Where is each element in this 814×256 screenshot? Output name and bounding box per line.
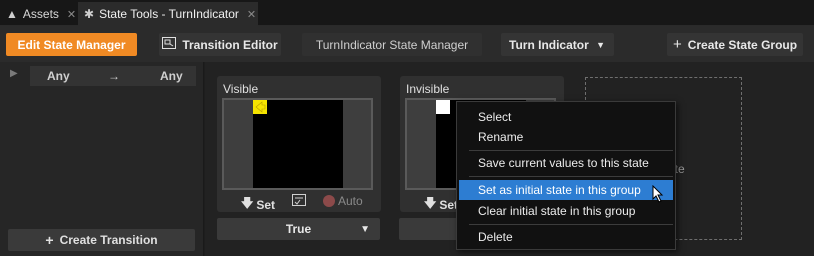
menu-item-set-initial[interactable]: Set as initial state in this group [459, 180, 673, 200]
group-value-dropdown-2[interactable] [399, 218, 459, 240]
close-icon[interactable]: ✕ [67, 8, 76, 21]
turn-indicator-swatch [436, 100, 450, 114]
edit-state-manager-button[interactable]: Edit State Manager [6, 33, 137, 56]
transition-editor-label: Transition Editor [182, 37, 278, 52]
edit-state-manager-label: Edit State Manager [17, 37, 126, 52]
arrow-down-icon: 🡇 [424, 196, 437, 210]
play-icon[interactable]: ▶ [10, 68, 18, 79]
checklist-icon[interactable] [292, 194, 306, 206]
menu-separator [469, 224, 673, 225]
state-manager-name: TurnIndicator State Manager [302, 33, 482, 56]
create-state-group-label: Create State Group [687, 37, 798, 52]
turn-indicator-swatch [253, 100, 267, 114]
state-preview [222, 98, 373, 190]
menu-item-save-values[interactable]: Save current values to this state [459, 153, 673, 173]
close-icon[interactable]: ✕ [247, 8, 256, 21]
asset-icon: ▲ [6, 7, 18, 21]
menu-item-clear-initial[interactable]: Clear initial state in this group [459, 201, 673, 221]
menu-item-select[interactable]: Select [459, 107, 673, 127]
transition-editor-icon [162, 37, 177, 52]
tab-assets[interactable]: ▲ Assets ✕ [6, 2, 76, 26]
menu-item-delete[interactable]: Delete [459, 227, 673, 247]
transition-row[interactable]: Any → Any [30, 66, 196, 86]
tab-bar: ▲ Assets ✕ ✱ State Tools - TurnIndicator… [0, 0, 814, 26]
group-value-label: True [285, 222, 312, 236]
chevron-down-icon: ▼ [596, 39, 605, 50]
plus-icon: + [672, 36, 682, 53]
state-card-visible[interactable]: Visible 🡇 Set Auto [217, 76, 381, 212]
record-icon [323, 195, 335, 207]
set-button[interactable]: 🡇 Set [241, 194, 275, 215]
create-transition-label: Create Transition [59, 233, 158, 247]
mouse-cursor-icon [652, 184, 664, 206]
tab-state-tools-label: State Tools - TurnIndicator [99, 7, 239, 21]
state-name: Invisible [406, 82, 450, 96]
tab-assets-label: Assets [22, 7, 59, 21]
menu-item-rename[interactable]: Rename [459, 127, 673, 147]
state-name: Visible [223, 82, 259, 96]
set-button[interactable]: 🡇 Set [424, 194, 458, 215]
create-transition-button[interactable]: + Create Transition [8, 229, 195, 251]
set-label: Set [256, 197, 276, 212]
tab-state-tools[interactable]: ✱ State Tools - TurnIndicator ✕ [78, 2, 258, 26]
transitions-panel [0, 62, 204, 256]
state-actions: 🡇 Set Auto [217, 194, 377, 212]
plus-icon: + [45, 232, 54, 248]
transition-editor-button[interactable]: Transition Editor [159, 33, 281, 56]
menu-separator [469, 176, 673, 177]
transition-to: Any [160, 69, 183, 83]
create-state-group-button[interactable]: + Create State Group [667, 33, 803, 56]
arrow-down-icon: 🡇 [241, 196, 254, 210]
chevron-down-icon: ▼ [360, 223, 370, 235]
auto-toggle[interactable]: Auto [323, 194, 363, 208]
menu-separator [469, 150, 673, 151]
auto-label: Auto [338, 194, 363, 208]
state-group-dropdown[interactable]: Turn Indicator ▼ [501, 33, 614, 56]
arrow-right-icon: → [108, 69, 120, 83]
context-menu: Select Rename Save current values to thi… [456, 101, 676, 250]
group-value-dropdown[interactable]: True ▼ [217, 218, 380, 240]
state-tools-icon: ✱ [84, 7, 95, 21]
transition-from: Any [47, 69, 70, 83]
state-group-label: Turn Indicator [509, 37, 589, 52]
